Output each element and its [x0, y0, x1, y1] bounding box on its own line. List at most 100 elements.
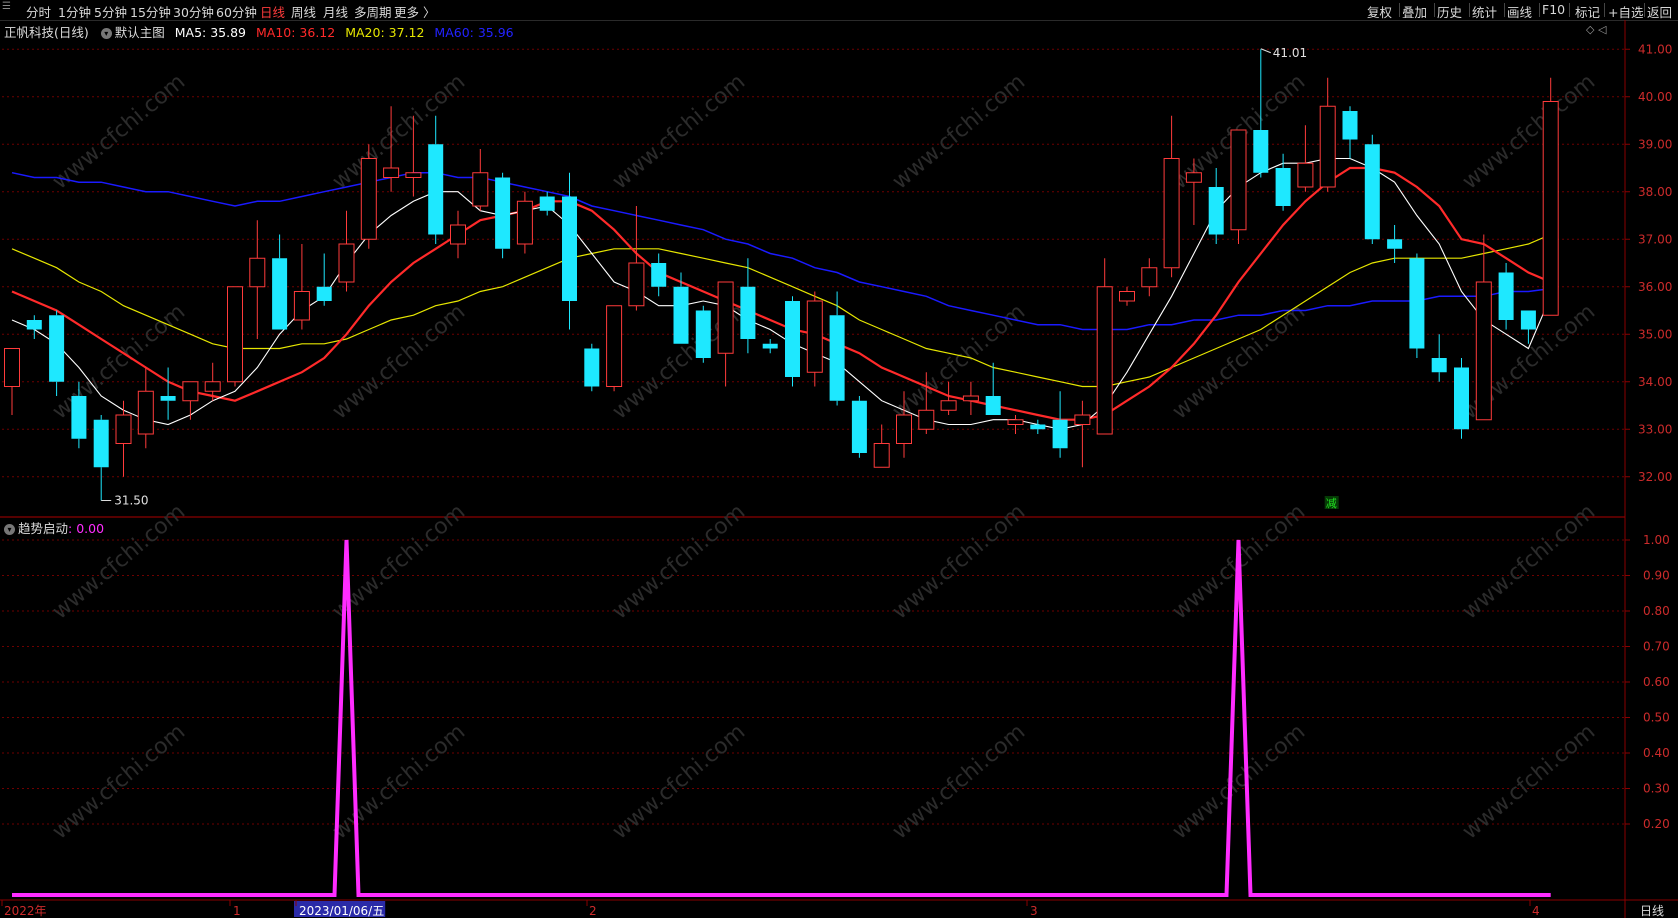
candle-body [338, 243, 355, 283]
period-tab-10[interactable]: 更多 〉 [394, 2, 435, 21]
y-tick-label: 38.00 [1638, 185, 1672, 199]
candle [1096, 258, 1113, 435]
gridlines [0, 20, 1678, 918]
period-tab-1[interactable]: 1分钟 [58, 2, 91, 21]
y-tick-label: 0.30 [1643, 782, 1670, 796]
f10-button[interactable]: F10 [1542, 2, 1565, 17]
candle [360, 144, 377, 249]
y-tick-label: 37.00 [1638, 232, 1672, 246]
y-tick-label: 36.00 [1638, 280, 1672, 294]
candle-body [1163, 158, 1180, 269]
axes: 32.00 33.00 34.00 35.00 36.00 37.00 38.00 39.00… [1, 42, 1672, 918]
y-tick-label: 1.00 [1643, 533, 1670, 547]
watermark-text: www.cfchi.com [888, 69, 1030, 194]
period-tab-5[interactable]: 60分钟 [216, 2, 257, 21]
candle-body [249, 257, 266, 288]
back-button[interactable]: 返回 [1647, 2, 1672, 21]
draw-line-button[interactable]: 画线 [1507, 2, 1532, 21]
candle [182, 381, 199, 420]
history-button[interactable]: 历史 [1437, 2, 1462, 21]
candle-body [516, 200, 533, 245]
candle [1007, 415, 1024, 434]
menu-icon[interactable]: ☰ [2, 1, 11, 12]
candle [49, 310, 65, 396]
candle [472, 149, 489, 211]
restore-rights-button[interactable]: 复权 [1367, 2, 1392, 21]
candle [1119, 286, 1135, 306]
watermark-text: www.cfchi.com [608, 719, 750, 844]
candle-body [1454, 367, 1469, 430]
candle [851, 396, 867, 458]
y-tick-label: 34.00 [1638, 375, 1672, 389]
candle-body [71, 396, 87, 439]
candle [1297, 125, 1314, 192]
candle [137, 367, 154, 449]
candle [4, 348, 20, 415]
candle [562, 172, 577, 330]
candle-body [851, 400, 867, 453]
y-tick-label: 35.00 [1638, 327, 1672, 341]
candle-body [1475, 281, 1492, 421]
period-label: 日线 [1640, 904, 1664, 918]
candle-body [762, 343, 778, 349]
candle-body [1208, 187, 1224, 235]
y-tick-label: 0.60 [1643, 675, 1670, 689]
candle-body [1520, 310, 1536, 330]
add-watchlist-button[interactable]: +自选 [1608, 2, 1643, 21]
candle [1387, 225, 1403, 263]
candle-body [182, 381, 199, 402]
candle-body [873, 443, 890, 468]
candle-body [1141, 267, 1158, 288]
candle-body [360, 158, 377, 240]
candle [1052, 391, 1068, 458]
candle-body [49, 315, 65, 382]
candle-body [1185, 172, 1202, 183]
watermark-text: www.cfchi.com [888, 719, 1030, 844]
y-tick-label: 0.90 [1643, 569, 1670, 583]
candle [316, 253, 332, 306]
candle [985, 362, 1001, 415]
x-tick-label: 3 [1030, 904, 1038, 918]
candle-body [896, 414, 912, 444]
x-tick-label: 2 [589, 904, 597, 918]
y-tick-label: 0.50 [1643, 711, 1670, 725]
period-tab-6[interactable]: 日线 [260, 2, 285, 21]
candle-body [1498, 272, 1514, 320]
candle [1364, 134, 1380, 244]
candle [1454, 358, 1469, 439]
period-tab-9[interactable]: 多周期 [354, 2, 392, 21]
candle-body [1275, 168, 1291, 206]
candle-body [1074, 414, 1091, 425]
candle [160, 367, 176, 420]
candle [785, 296, 800, 387]
candle [1319, 77, 1336, 192]
candle-body [539, 196, 555, 211]
period-tab-3[interactable]: 15分钟 [130, 2, 171, 21]
y-tick-label: 0.40 [1643, 746, 1670, 760]
candle [1208, 168, 1224, 244]
period-tab-7[interactable]: 周线 [291, 2, 316, 21]
candle-body [383, 167, 400, 178]
statistics-button[interactable]: 统计 [1472, 2, 1497, 21]
period-tab-8[interactable]: 月线 [323, 2, 348, 21]
candle-body [985, 396, 1001, 415]
candle-body [1542, 101, 1559, 316]
candle-body [962, 395, 979, 402]
mark-button[interactable]: 标记 [1575, 2, 1600, 21]
period-tab-2[interactable]: 5分钟 [94, 2, 127, 21]
overlay-button[interactable]: 叠加 [1402, 2, 1427, 21]
candle-body [1119, 291, 1135, 302]
candle [1475, 234, 1492, 421]
chart-area[interactable]: www.cfchi.com www.cfchi.com www.cfchi.com w… [0, 20, 1678, 918]
candle-body [562, 196, 577, 301]
candle [1230, 129, 1247, 244]
candle [227, 286, 243, 387]
period-tab-0[interactable]: 分时 [26, 2, 51, 21]
period-tab-4[interactable]: 30分钟 [173, 2, 214, 21]
candle [539, 191, 555, 216]
candle [1520, 310, 1536, 344]
candle [272, 234, 288, 330]
candle-body [272, 258, 288, 330]
candle [762, 339, 778, 354]
y-tick-label: 32.00 [1638, 470, 1672, 484]
